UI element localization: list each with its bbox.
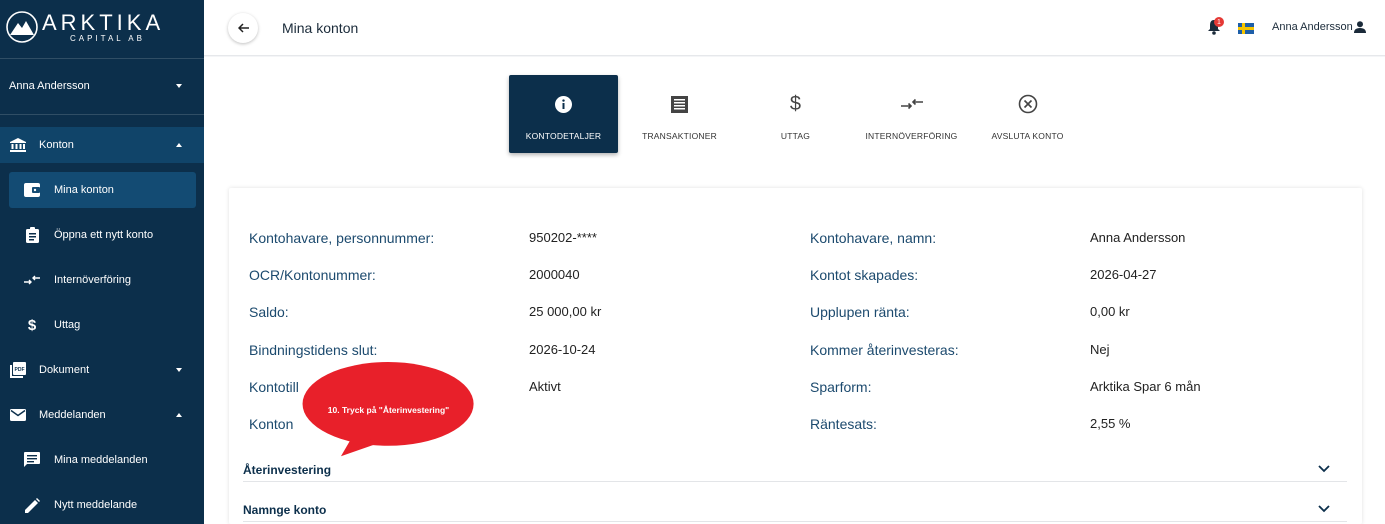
sidebar-item-label: Mina meddelanden [54,454,148,466]
divider [0,114,204,115]
field-label: OCR/Kontonummer: [249,267,376,283]
sidebar-item-dokument[interactable]: PDF Dokument [0,352,204,388]
tab-avsluta-konto[interactable]: AVSLUTA KONTO [973,75,1082,153]
transfer-icon [24,272,40,288]
notification-badge: 1 [1214,17,1224,27]
sidebar-user-menu[interactable]: Anna Andersson [0,72,204,100]
sidebar-item-label: Dokument [39,364,90,376]
swedish-flag-icon[interactable] [1238,23,1254,34]
divider [0,58,204,59]
field-value: 2026-10-24 [529,342,596,357]
tab-label: UTTAG [780,131,811,141]
sidebar: ARKTIKA CAPITAL AB Anna Andersson Konton… [0,0,204,524]
cancel-icon [1018,93,1038,115]
brand-name: ARKTIKA [42,10,165,35]
field-label: Kontohavare, namn: [810,230,937,246]
back-button[interactable] [228,13,258,43]
field-value: Anna Andersson [1090,230,1186,245]
sidebar-item-label: Uttag [54,319,81,331]
tutorial-callout-text: 10. Tryck på "Återinvestering" [327,405,450,415]
caret-up-icon [176,143,182,147]
sidebar-item-internoverforing[interactable]: Internöverföring [0,262,204,298]
field-label: Bindningstidens slut: [249,342,378,358]
sidebar-item-label: Konton [39,139,74,151]
tab-uttag[interactable]: $ UTTAG [741,75,850,153]
tab-label: AVSLUTA KONTO [991,131,1064,141]
bank-icon [10,137,26,153]
sidebar-item-label: Öppna ett nytt konto [54,229,154,241]
sidebar-item-label: Internöverföring [54,274,132,286]
field-label: Sparform: [810,379,872,395]
top-bar: Mina konton 1 Anna Andersson [204,0,1385,56]
transfer-icon [900,93,923,115]
field-label: Upplupen ränta: [810,304,910,320]
caret-down-icon [176,84,182,88]
field-value: 2000040 [529,267,580,282]
sidebar-item-label: Meddelanden [39,409,106,421]
sidebar-user-name: Anna Andersson [9,80,90,92]
field-value: Arktika Spar 6 mån [1090,379,1201,394]
sidebar-item-uttag[interactable]: $ Uttag [0,307,204,343]
field-value: 25 000,00 kr [529,304,602,319]
mountain-logo-icon [6,11,38,43]
field-label: Räntesats: [810,416,877,432]
tab-transaktioner[interactable]: TRANSAKTIONER [625,75,734,153]
field-value: 2,55 % [1090,416,1131,431]
field-value: Aktivt [529,379,561,394]
sidebar-item-oppna-konto[interactable]: Öppna ett nytt konto [0,217,204,253]
sidebar-item-meddelanden[interactable]: Meddelanden [0,397,204,433]
page-title: Mina konton [282,20,359,36]
sidebar-item-nytt-meddelande[interactable]: Nytt meddelande [0,487,204,523]
pdf-icon: PDF [10,362,26,378]
caret-down-icon [176,368,182,372]
caret-up-icon [176,413,182,417]
accordion-namnge-konto[interactable]: Namnge konto [243,503,326,517]
clipboard-icon [24,227,40,243]
sidebar-item-mina-meddelanden[interactable]: Mina meddelanden [0,442,204,478]
mail-icon [10,407,26,423]
wallet-icon [24,182,40,198]
divider [243,521,1347,522]
accordion-aterinvestering[interactable]: Återinvestering [243,463,331,477]
svg-text:PDF: PDF [15,367,25,373]
tab-label: INTERNÖVERFÖRING [865,131,958,141]
tab-internoverforing[interactable]: INTERNÖVERFÖRING [857,75,966,153]
field-label: Konton [249,416,294,432]
arrow-left-icon [237,23,249,33]
divider [243,481,1347,482]
field-label: Kommer återinvesteras: [810,342,959,358]
chevron-down-icon[interactable] [1318,465,1330,473]
field-label: Kontohavare, personnummer: [249,230,435,246]
info-icon [555,93,572,115]
sidebar-item-label: Mina konton [54,184,114,196]
field-label: Saldo: [249,304,289,320]
field-value: Nej [1090,342,1110,357]
dollar-icon: $ [27,316,37,334]
receipt-icon [671,93,688,115]
tab-label: KONTODETALJER [525,131,602,141]
field-value: 2026-04-27 [1090,267,1157,282]
tab-label: TRANSAKTIONER [642,131,717,141]
brand-logo[interactable]: ARKTIKA CAPITAL AB [6,8,160,48]
chat-icon [24,452,40,468]
pencil-icon [24,497,40,513]
top-user-name[interactable]: Anna Andersson [1272,21,1353,33]
field-label: Kontot skapades: [810,267,919,283]
brand-tagline: CAPITAL AB [70,34,145,43]
field-value: 950202-**** [529,230,597,245]
sidebar-item-label: Nytt meddelande [54,499,138,511]
tab-kontodetaljer[interactable]: KONTODETALJER [509,75,618,153]
person-icon[interactable] [1354,21,1366,33]
dollar-icon: $ [789,92,802,115]
sidebar-item-konton[interactable]: Konton [0,127,204,163]
sidebar-item-mina-konton[interactable]: Mina konton [9,172,196,208]
chevron-down-icon[interactable] [1318,505,1330,513]
field-value: 0,00 kr [1090,304,1130,319]
